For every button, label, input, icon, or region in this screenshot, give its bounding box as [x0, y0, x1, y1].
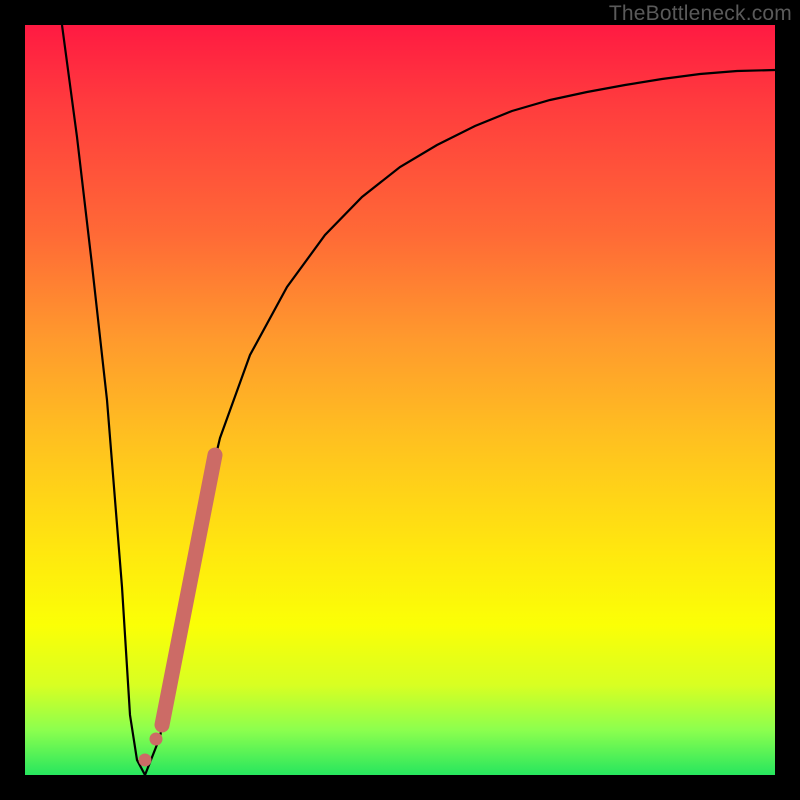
curve-svg: [25, 25, 775, 775]
plot-area: [25, 25, 775, 775]
marker-dot-1: [139, 754, 152, 767]
watermark-text: TheBottleneck.com: [609, 2, 792, 26]
marker-band: [162, 455, 215, 725]
marker-dot-2: [150, 733, 163, 746]
chart-frame: TheBottleneck.com: [0, 0, 800, 800]
